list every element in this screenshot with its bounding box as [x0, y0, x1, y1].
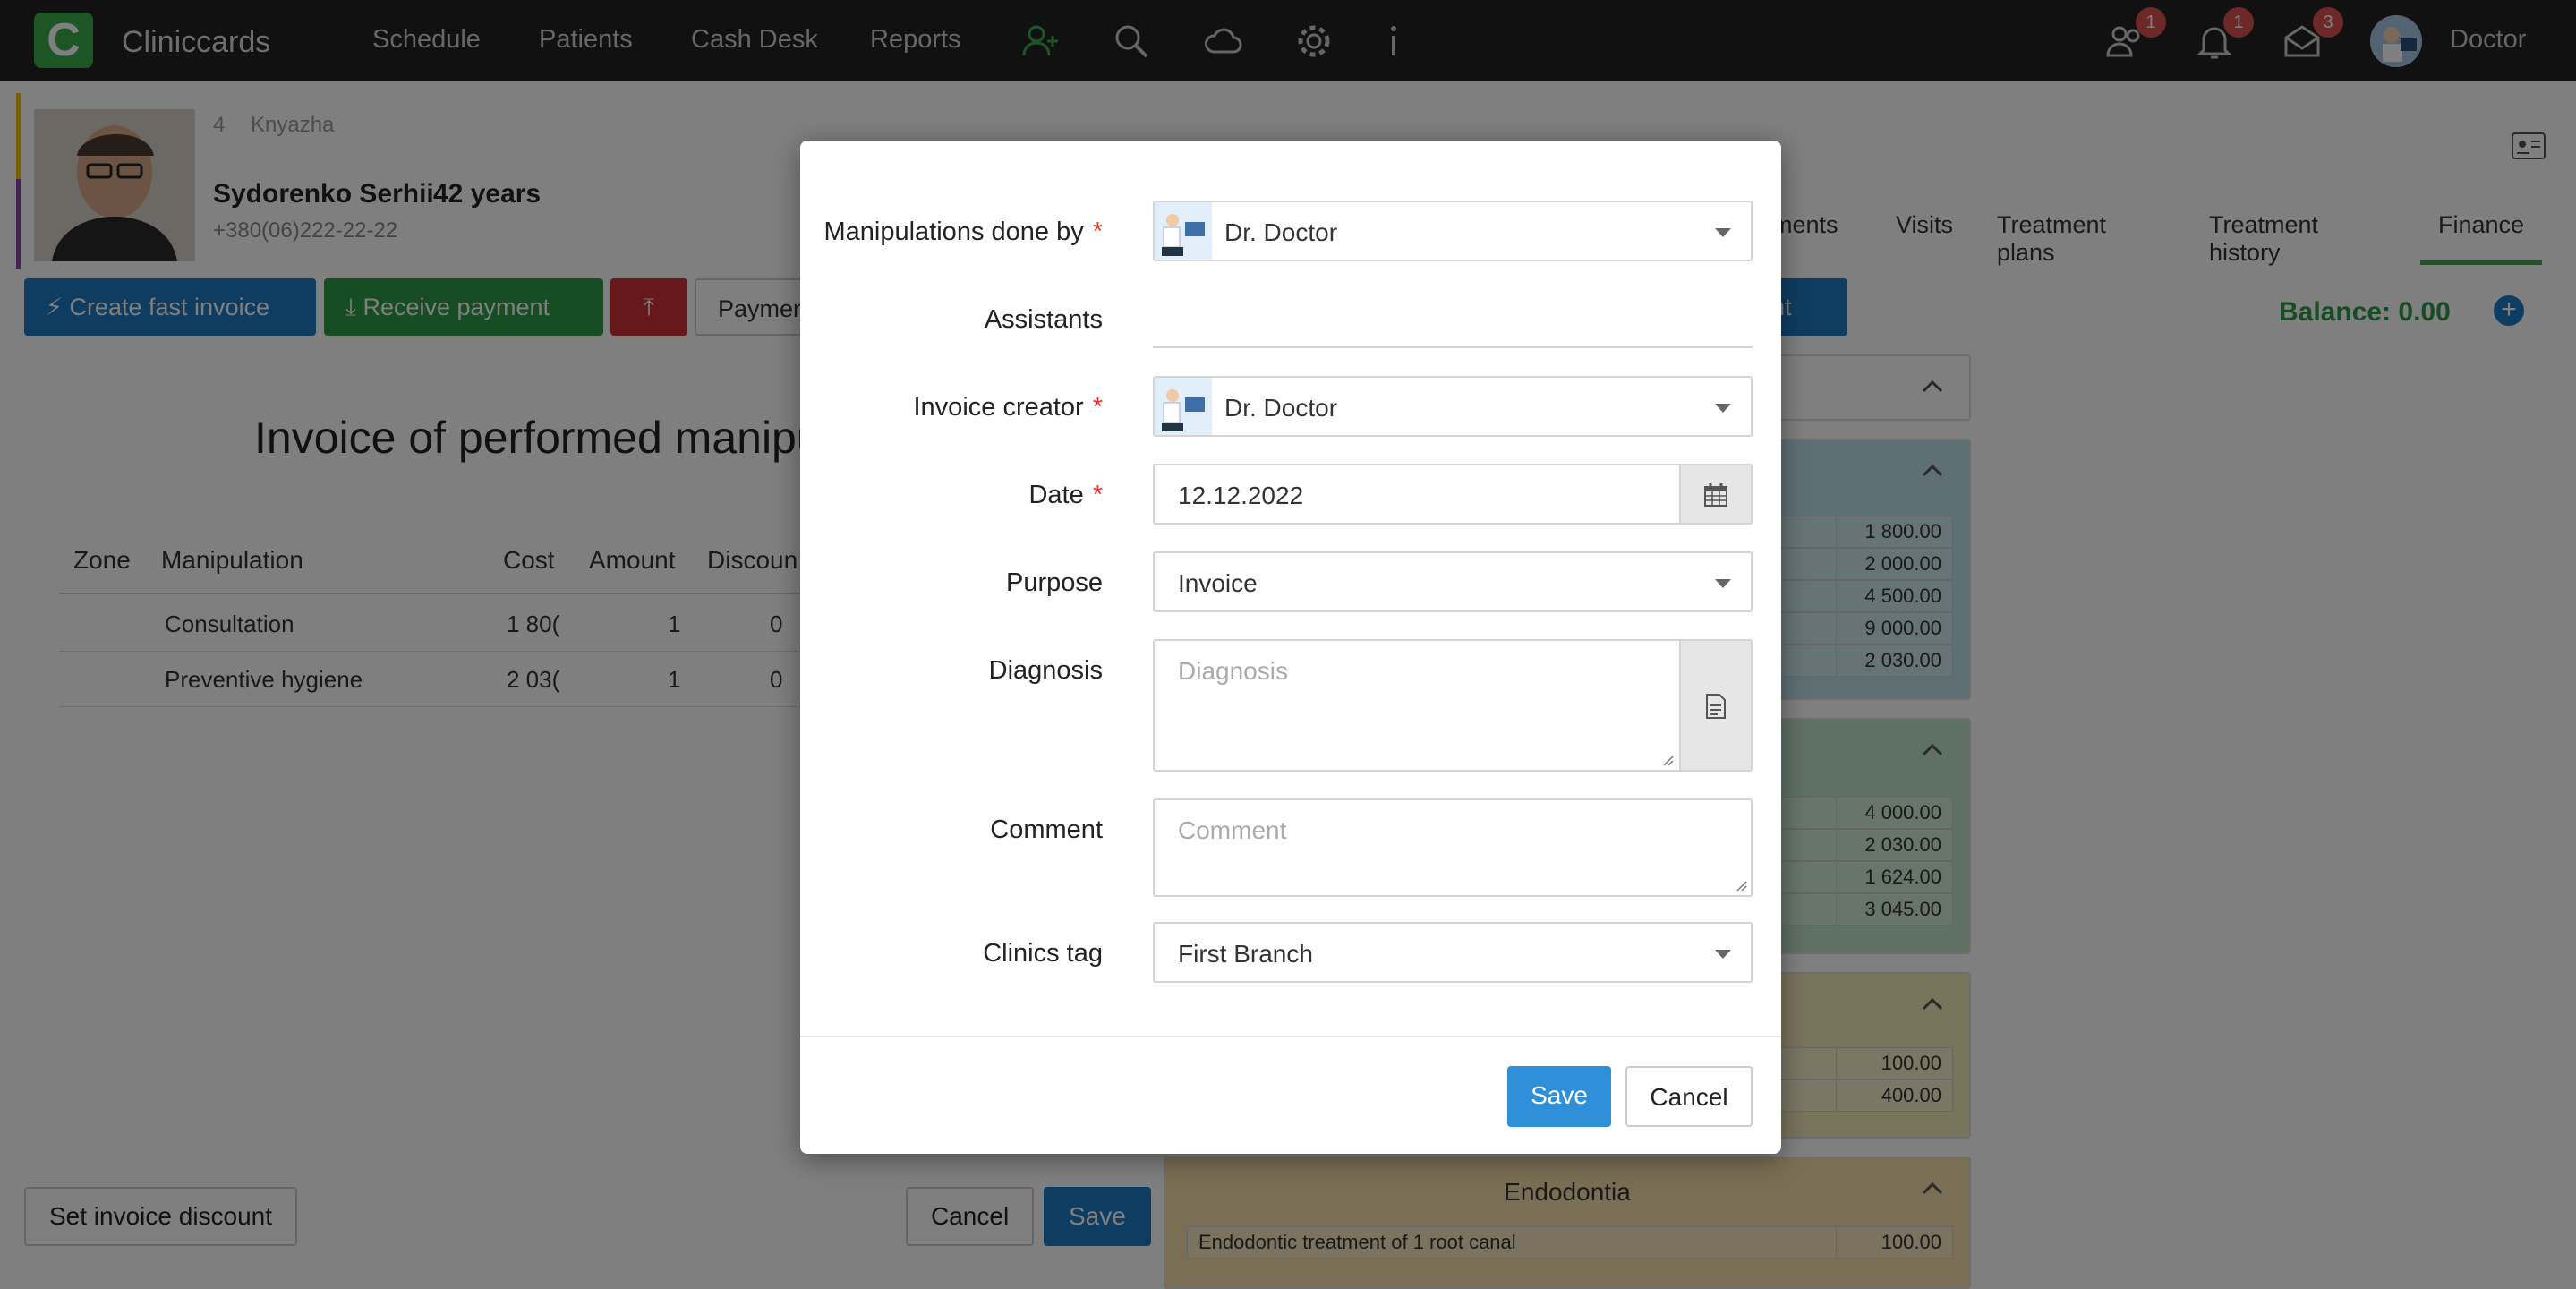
- resize-handle-icon[interactable]: [1735, 879, 1747, 892]
- purpose-label: Purpose: [1005, 568, 1103, 597]
- chevron-down-icon: [1715, 950, 1731, 959]
- manipulations-label: Manipulations done by *: [823, 218, 1104, 246]
- purpose-select[interactable]: Invoice: [1153, 551, 1753, 612]
- clinics-tag-label: Clinics tag: [983, 939, 1103, 968]
- doctor-avatar: [1155, 202, 1212, 260]
- comment-placeholder: Comment: [1178, 816, 1287, 844]
- resize-handle-icon[interactable]: [1661, 754, 1674, 766]
- date-value: 12.12.2022: [1178, 482, 1304, 509]
- modal-cancel-button[interactable]: Cancel: [1625, 1066, 1753, 1127]
- comment-textarea[interactable]: Comment: [1153, 798, 1753, 897]
- calendar-button[interactable]: [1679, 465, 1751, 523]
- diagnosis-placeholder: Diagnosis: [1178, 657, 1288, 685]
- manipulations-done-by-select[interactable]: Dr. Doctor: [1153, 201, 1753, 261]
- diagnosis-textarea[interactable]: Diagnosis: [1153, 639, 1753, 772]
- clinics-tag-select[interactable]: First Branch: [1153, 922, 1753, 983]
- assistants-label: Assistants: [984, 305, 1103, 334]
- calendar-icon: [1704, 483, 1727, 507]
- chevron-down-icon: [1715, 228, 1731, 237]
- clinics-tag-value: First Branch: [1178, 940, 1313, 968]
- doctor-avatar: [1155, 378, 1212, 435]
- chevron-down-icon: [1715, 404, 1731, 413]
- diagnosis-template-button[interactable]: [1679, 641, 1751, 770]
- manipulations-value: Dr. Doctor: [1224, 218, 1338, 246]
- invoice-creator-select[interactable]: Dr. Doctor: [1153, 376, 1753, 437]
- date-label: Date *: [1028, 481, 1103, 509]
- invoice-creator-value: Dr. Doctor: [1224, 394, 1338, 422]
- date-input[interactable]: 12.12.2022: [1153, 464, 1753, 525]
- chevron-down-icon: [1715, 579, 1731, 588]
- document-icon: [1706, 694, 1726, 719]
- diagnosis-label: Diagnosis: [988, 656, 1103, 685]
- comment-label: Comment: [990, 815, 1103, 844]
- assistants-input[interactable]: [1153, 346, 1753, 348]
- invoice-creator-label: Invoice creator *: [913, 393, 1104, 422]
- modal-save-button[interactable]: Save: [1507, 1066, 1611, 1127]
- purpose-value: Invoice: [1178, 569, 1258, 597]
- invoice-settings-modal: Manipulations done by * Dr. Doctor Assist…: [800, 141, 1781, 1154]
- modal-footer-divider: [800, 1036, 1781, 1037]
